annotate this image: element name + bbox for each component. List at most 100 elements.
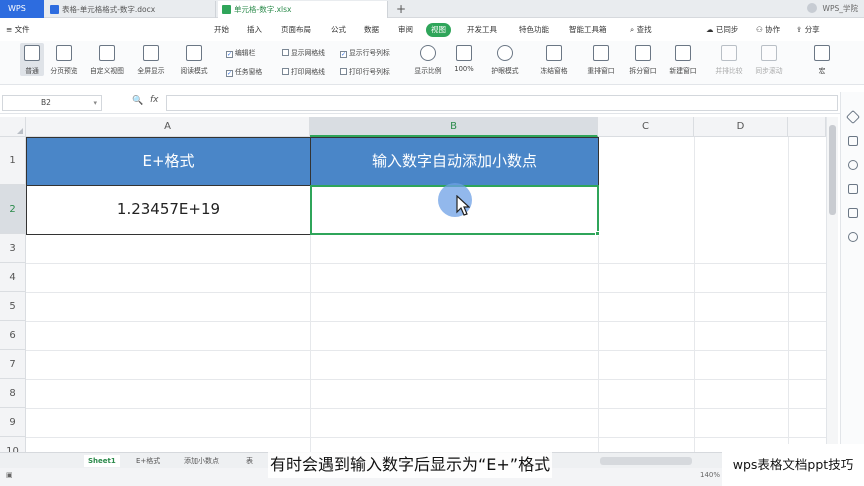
row-header-4[interactable]: 4 — [0, 263, 26, 292]
horizontal-scrollbar[interactable] — [600, 457, 692, 465]
zoom-100-button[interactable]: 100% — [452, 45, 476, 73]
row-header-2[interactable]: 2 — [0, 185, 26, 234]
video-subtitle: 有时会遇到输入数字后显示为“E+”格式 — [268, 452, 553, 478]
menu-special[interactable]: 特色功能 — [519, 23, 549, 37]
search-menu[interactable]: ⌕ 查找 — [630, 23, 652, 37]
gridline — [26, 292, 826, 293]
gridline — [788, 137, 789, 467]
column-header-e[interactable] — [788, 117, 826, 137]
sync-scroll-button[interactable]: 同步滚动 — [752, 45, 786, 75]
sheet-tab-decimal[interactable]: 添加小数点 — [184, 455, 219, 467]
search-icon: ⌕ — [630, 25, 635, 34]
checkbox-print-headings[interactable]: 打印行号列标 — [340, 66, 390, 76]
column-header-c[interactable]: C — [598, 117, 694, 137]
user-account[interactable]: WPS_学院 — [807, 0, 858, 18]
gridline — [26, 350, 826, 351]
page-break-preview-button[interactable]: 分页预览 — [47, 45, 81, 75]
row-header-8[interactable]: 8 — [0, 379, 26, 408]
help-icon[interactable] — [848, 160, 858, 170]
checkbox-show-gridlines[interactable]: 显示网格线 — [282, 47, 325, 57]
sheet-tab-more[interactable]: 表 — [246, 455, 253, 467]
document-tab-label: 表格-单元格格式-数字.docx — [62, 5, 156, 14]
menu-formula[interactable]: 公式 — [331, 23, 346, 37]
checkbox-task-pane[interactable]: ✓ 任务窗格 — [226, 66, 262, 77]
macro-button[interactable]: 宏 — [812, 45, 832, 75]
row-header-3[interactable]: 3 — [0, 234, 26, 263]
new-window-icon — [675, 45, 691, 61]
menu-page-layout[interactable]: 页面布局 — [281, 23, 311, 37]
apps-grid-icon[interactable] — [848, 208, 858, 218]
mouse-pointer-icon — [456, 195, 470, 216]
people-icon: ⚇ — [756, 25, 763, 34]
menu-insert[interactable]: 插入 — [247, 23, 262, 37]
title-tab-bar: WPS 表格-单元格格式-数字.docx 单元格-数字.xlsx + WPS_学… — [0, 0, 864, 18]
cell-a1[interactable]: E+格式 — [26, 137, 311, 186]
cell-b1[interactable]: 输入数字自动添加小数点 — [310, 137, 599, 186]
menu-start[interactable]: 开始 — [214, 23, 229, 37]
gridline — [26, 408, 826, 409]
new-window-button[interactable]: 新建窗口 — [666, 45, 700, 75]
document-tab-xlsx[interactable]: 单元格-数字.xlsx — [218, 1, 388, 18]
share-button[interactable]: ⇪ 分享 — [796, 23, 820, 37]
eye-icon — [497, 45, 513, 61]
zoom-level[interactable]: 140% — [700, 471, 720, 479]
menu-data[interactable]: 数据 — [364, 23, 379, 37]
new-tab-button[interactable]: + — [396, 0, 406, 18]
zoom-ratio-button[interactable]: 显示比例 — [412, 45, 444, 75]
file-menu[interactable]: ≡ 文件 — [6, 23, 30, 37]
reading-mode-button[interactable]: 阅读模式 — [174, 45, 214, 75]
scrollbar-thumb[interactable] — [829, 125, 836, 215]
side-by-side-button[interactable]: 并排比较 — [712, 45, 746, 75]
row-header-6[interactable]: 6 — [0, 321, 26, 350]
cell-a2[interactable]: 1.23457E+19 — [26, 185, 311, 235]
formula-input[interactable] — [166, 95, 838, 111]
magnifier-icon — [420, 45, 436, 61]
fill-handle[interactable] — [595, 231, 600, 236]
user-name: WPS_学院 — [822, 4, 858, 13]
menu-review[interactable]: 审阅 — [398, 23, 413, 37]
checkbox-show-headings[interactable]: ✓ 显示行号列标 — [340, 47, 390, 58]
format-icon[interactable] — [848, 136, 858, 146]
menu-developer[interactable]: 开发工具 — [467, 23, 497, 37]
document-tab-label: 单元格-数字.xlsx — [234, 5, 292, 14]
checkbox-formula-bar[interactable]: ✓ 编辑栏 — [226, 47, 255, 58]
location-icon[interactable] — [848, 232, 858, 242]
eye-protection-button[interactable]: 护眼模式 — [488, 45, 522, 75]
wps-logo[interactable]: WPS — [0, 0, 44, 18]
column-header-d[interactable]: D — [694, 117, 788, 137]
menu-view[interactable]: 视图 — [426, 23, 451, 37]
row-header-1[interactable]: 1 — [0, 137, 26, 185]
custom-view-button[interactable]: 自定义视图 — [86, 45, 128, 75]
row-header-7[interactable]: 7 — [0, 350, 26, 379]
row-header-5[interactable]: 5 — [0, 292, 26, 321]
zoom-icon[interactable]: 🔍 — [132, 96, 143, 106]
document-tab-docx[interactable]: 表格-单元格格式-数字.docx — [46, 1, 216, 18]
zoom-100-icon — [456, 45, 472, 61]
row-header-9[interactable]: 9 — [0, 408, 26, 437]
vertical-scrollbar[interactable] — [826, 117, 838, 467]
name-box[interactable]: B2 ▾ — [2, 95, 102, 111]
compare-icon — [721, 45, 737, 61]
macro-icon — [814, 45, 830, 61]
right-task-sidebar — [840, 92, 864, 467]
sliders-icon[interactable] — [848, 184, 858, 194]
cursor-select-icon[interactable] — [845, 109, 861, 125]
sync-status[interactable]: ☁ 已同步 — [706, 23, 738, 37]
select-all-corner[interactable] — [0, 117, 26, 137]
freeze-panes-button[interactable]: 冻结窗格 — [534, 45, 574, 75]
column-header-a[interactable]: A — [26, 117, 310, 137]
split-window-button[interactable]: 拆分窗口 — [626, 45, 660, 75]
menu-smart-toolbox[interactable]: 智能工具箱 — [569, 23, 607, 37]
normal-view-button[interactable]: 普通 — [20, 43, 44, 76]
fullscreen-button[interactable]: 全屏显示 — [134, 45, 168, 75]
custom-view-icon — [99, 45, 115, 61]
sheet-tab-eplus[interactable]: E+格式 — [136, 455, 160, 467]
word-doc-icon — [50, 5, 59, 14]
sheet-tab-sheet1[interactable]: Sheet1 — [84, 455, 120, 467]
collab-button[interactable]: ⚇ 协作 — [756, 23, 780, 37]
insert-function-button[interactable]: fx — [150, 95, 159, 105]
checkbox-print-gridlines[interactable]: 打印网格线 — [282, 66, 325, 76]
column-header-b[interactable]: B — [310, 117, 598, 137]
arrange-windows-button[interactable]: 重排窗口 — [582, 45, 620, 75]
watermark-label: wps表格文档ppt技巧 — [722, 444, 864, 486]
